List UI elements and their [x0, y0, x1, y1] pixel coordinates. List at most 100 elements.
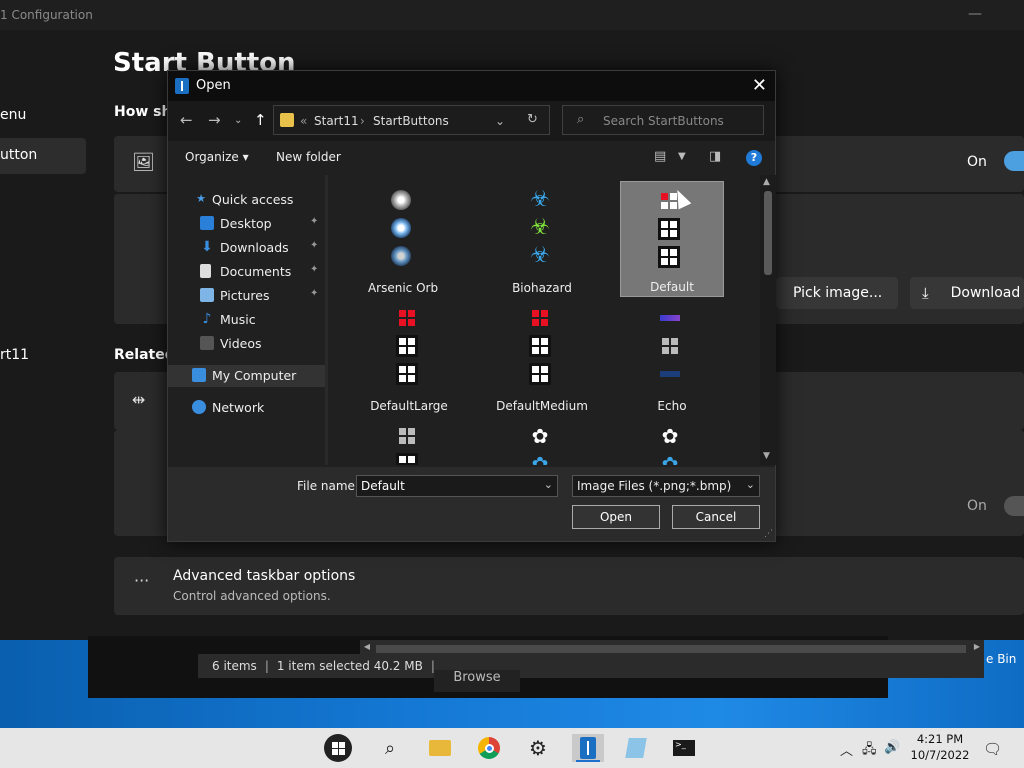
- breadcrumb-overflow-icon[interactable]: «: [300, 114, 307, 128]
- thumbnail: [388, 185, 418, 271]
- file-name-input[interactable]: [357, 476, 539, 496]
- video-icon: [200, 336, 214, 350]
- search-input[interactable]: Search StartButtons: [603, 114, 724, 128]
- file-arsenic-orb[interactable]: Arsenic Orb: [351, 181, 455, 297]
- scroll-up-icon[interactable]: ▲: [763, 177, 770, 187]
- start11-taskbar-icon[interactable]: [572, 734, 604, 762]
- recycle-bin-label[interactable]: e Bin: [986, 652, 1016, 666]
- nav-downloads[interactable]: ⬇ Downloads ✦: [168, 237, 325, 259]
- scroll-left-icon[interactable]: ◀: [360, 640, 374, 654]
- breadcrumb-separator-icon: ›: [360, 114, 365, 128]
- thumbnail: ✿ ✿: [661, 424, 679, 465]
- nav-my-computer[interactable]: My Computer: [168, 365, 325, 387]
- volume-icon[interactable]: 🔊: [884, 740, 900, 755]
- sidebar-item-start11[interactable]: rt11: [0, 347, 29, 363]
- scroll-down-icon[interactable]: ▼: [763, 451, 770, 461]
- file-default-medium[interactable]: DefaultMedium: [483, 299, 601, 415]
- view-dropdown-icon[interactable]: ▼: [678, 151, 686, 162]
- computer-icon: [192, 368, 206, 382]
- more-icon: ···: [134, 571, 150, 590]
- pin-icon: ✦: [310, 240, 319, 251]
- file-default-large[interactable]: DefaultLarge: [357, 299, 461, 415]
- search-box[interactable]: ⌕ Search StartButtons: [562, 105, 764, 135]
- breadcrumb-startbuttons[interactable]: StartButtons: [373, 114, 449, 128]
- taskbar-settings-icon: ⇹: [132, 390, 146, 409]
- file-list: Arsenic Orb ☣ ☣ ☣ Biohazard Default Defa…: [331, 175, 759, 465]
- download-button[interactable]: ⤓ Download: [910, 277, 1024, 309]
- address-bar[interactable]: « Start11 › StartButtons ⌄ ↻: [273, 105, 550, 135]
- address-dropdown-icon[interactable]: ⌄: [495, 114, 505, 128]
- new-folder-button[interactable]: New folder: [276, 150, 341, 164]
- pick-image-button[interactable]: Pick image...: [776, 277, 898, 309]
- preview-pane-icon[interactable]: ◨: [709, 149, 721, 164]
- chevron-down-icon[interactable]: ⌄: [544, 478, 553, 491]
- nav-documents[interactable]: Documents ✦: [168, 261, 325, 283]
- thumbnail: [527, 303, 557, 389]
- recent-chevron-icon[interactable]: ⌄: [234, 115, 242, 126]
- up-icon[interactable]: ↑: [254, 111, 267, 129]
- scroll-thumb[interactable]: [376, 645, 966, 653]
- file-type-select[interactable]: Image Files (*.png;*.bmp) ⌄: [572, 475, 760, 497]
- dialog-footer: File name: ⌄ Image Files (*.png;*.bmp) ⌄…: [168, 467, 775, 541]
- file-default[interactable]: Default: [620, 181, 724, 297]
- search-icon: ⌕: [577, 112, 585, 127]
- cancel-button[interactable]: Cancel: [672, 505, 760, 529]
- file-partial-3[interactable]: ✿ ✿: [620, 417, 724, 465]
- refresh-icon[interactable]: ↻: [527, 112, 538, 127]
- thumbnail: [657, 303, 687, 389]
- explorer-status-bar: 6 items | 1 item selected 40.2 MB |: [198, 654, 984, 678]
- show-hidden-icons-chevron[interactable]: ︿: [840, 740, 853, 759]
- help-icon[interactable]: ?: [746, 150, 762, 166]
- browse-button[interactable]: Browse: [434, 670, 520, 692]
- status-selection: 1 item selected 40.2 MB: [276, 659, 423, 673]
- toggle-switch-bottom[interactable]: [1004, 496, 1024, 516]
- nav-desktop[interactable]: Desktop ✦: [168, 213, 325, 235]
- chevron-down-icon[interactable]: ⌄: [746, 478, 755, 491]
- notification-icon[interactable]: 🗨: [983, 740, 1002, 758]
- vertical-scrollbar[interactable]: ▲ ▼: [760, 175, 776, 465]
- open-button[interactable]: Open: [572, 505, 660, 529]
- forward-icon[interactable]: →: [208, 111, 221, 129]
- config-titlebar: 1 Configuration —: [0, 0, 1024, 30]
- scroll-thumb[interactable]: [764, 191, 772, 275]
- sidebar-item-start-button[interactable]: utton: [0, 147, 37, 163]
- download-icon: ⬇: [201, 239, 213, 255]
- nav-quick-access[interactable]: ★ Quick access: [168, 189, 325, 211]
- dialog-title: Open: [196, 78, 231, 93]
- nav-pictures[interactable]: Pictures ✦: [168, 285, 325, 307]
- minimize-icon[interactable]: —: [968, 6, 982, 22]
- settings-icon[interactable]: ⚙: [522, 734, 554, 762]
- change-view-icon[interactable]: ▤: [654, 149, 666, 164]
- toggle-switch-top[interactable]: [1004, 151, 1024, 171]
- nav-network[interactable]: Network: [168, 397, 325, 419]
- music-icon: ♪: [202, 311, 212, 327]
- sidebar-item-menu[interactable]: enu: [0, 107, 26, 123]
- advanced-taskbar-card[interactable]: ···: [114, 557, 1024, 615]
- system-clock[interactable]: 4:21 PM 10/7/2022: [908, 732, 972, 762]
- nav-videos[interactable]: Videos: [168, 333, 325, 355]
- file-echo[interactable]: Echo: [620, 299, 724, 415]
- scroll-right-icon[interactable]: ▶: [970, 640, 984, 654]
- resize-grip-icon[interactable]: ⋰: [764, 529, 773, 539]
- notepad-icon[interactable]: [620, 734, 652, 762]
- nav-music[interactable]: ♪ Music: [168, 309, 325, 331]
- pane-splitter[interactable]: [325, 175, 328, 465]
- close-icon[interactable]: ✕: [752, 75, 767, 96]
- search-icon[interactable]: ⌕: [374, 734, 406, 762]
- file-partial-1[interactable]: [357, 417, 461, 465]
- organize-button[interactable]: Organize ▾: [185, 150, 249, 164]
- back-icon[interactable]: ←: [180, 111, 193, 129]
- picture-icon: [200, 288, 214, 302]
- start-button[interactable]: [322, 734, 354, 762]
- file-partial-2[interactable]: ✿ ✿: [490, 417, 594, 465]
- file-biohazard[interactable]: ☣ ☣ ☣ Biohazard: [490, 181, 594, 297]
- file-explorer-icon[interactable]: [424, 734, 456, 762]
- clock-time: 4:21 PM: [916, 732, 964, 746]
- file-name-combobox[interactable]: ⌄: [356, 475, 558, 497]
- horizontal-scrollbar[interactable]: ◀ ▶: [360, 640, 984, 654]
- chrome-icon[interactable]: [473, 734, 505, 762]
- breadcrumb-start11[interactable]: Start11: [314, 114, 359, 128]
- start11-app-icon: [175, 78, 189, 94]
- terminal-icon[interactable]: >_: [668, 734, 700, 762]
- network-tray-icon[interactable]: 🖧: [862, 740, 877, 762]
